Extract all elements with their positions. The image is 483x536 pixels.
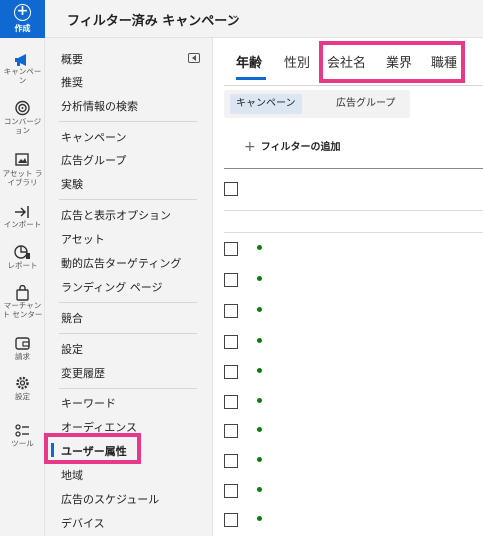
rail-label-tools: ツール (11, 439, 34, 448)
select-all-checkbox[interactable] (224, 182, 238, 196)
nav-item-recommendations[interactable]: 推奨 (61, 74, 83, 90)
status-dot (257, 276, 262, 281)
asset-library-icon (15, 153, 29, 166)
rail-item-merchant-center[interactable]: マーチャン ト センター (0, 284, 45, 322)
status-dot (257, 307, 262, 312)
nav-item-campaigns[interactable]: キャンペーン (61, 129, 126, 145)
table-divider (224, 210, 483, 211)
rail-label-conversions: コンバージ ョン (3, 117, 42, 135)
add-filter-button[interactable]: + フィルターの追加 (244, 138, 341, 155)
rail-label-reports: レポート (7, 261, 38, 270)
row-checkbox[interactable] (224, 242, 238, 256)
import-icon (15, 206, 29, 218)
plus-icon: + (14, 4, 31, 21)
add-filter-label: フィルターの追加 (260, 142, 341, 153)
status-dot (257, 245, 262, 250)
nav-item-ad-schedule[interactable]: 広告のスケジュール (61, 491, 159, 507)
rail-label-merchant-center: マーチャン ト センター (2, 301, 43, 319)
highlight-box-tabs (319, 41, 465, 83)
rail-item-billing[interactable]: 請求 (0, 334, 45, 364)
nav-divider (59, 388, 197, 389)
megaphone-icon (15, 54, 26, 66)
nav-item-devices[interactable]: デバイス (61, 515, 105, 531)
row-checkbox[interactable] (224, 424, 238, 438)
nav-item-change-history[interactable]: 変更履歴 (61, 365, 105, 381)
tools-icon (15, 424, 29, 437)
rail-item-conversions[interactable]: コンバージ ョン (0, 98, 45, 135)
row-checkbox[interactable] (224, 335, 238, 349)
nav-item-ad-groups[interactable]: 広告グループ (61, 152, 126, 168)
tab-gender[interactable]: 性別 (284, 52, 310, 71)
table-divider (224, 232, 483, 233)
main-content: 年齢 性別 会社名 業界 職種 キャンペーン 広告グループ + フィルターの追加 (214, 38, 483, 536)
nav-item-assets[interactable]: アセット (61, 231, 105, 247)
rail-label-billing: 請求 (15, 352, 30, 361)
nav-item-insights-search[interactable]: 分析情報の検索 (61, 98, 138, 114)
left-rail: + 作成 キャンペー ン コンバージ ョン アセット ラ イブラリ インポート … (0, 0, 45, 536)
gear-icon (16, 376, 29, 390)
rail-label-campaigns: キャンペー ン (3, 67, 42, 85)
tab-divider (224, 85, 483, 86)
nav-item-overview[interactable]: 概要 (61, 51, 83, 67)
row-checkbox[interactable] (224, 365, 238, 379)
create-button[interactable]: + 作成 (0, 0, 45, 38)
row-checkbox[interactable] (224, 304, 238, 318)
rail-item-campaigns[interactable]: キャンペー ン (0, 50, 45, 85)
nav-item-keywords[interactable]: キーワード (61, 395, 116, 411)
page-title[interactable]: フィルター済み キャンペーン (67, 10, 240, 29)
nav-item-experiments[interactable]: 実験 (61, 176, 83, 192)
nav-divider (59, 333, 197, 334)
rail-label-settings: 設定 (15, 392, 30, 401)
nav-item-ads-extensions[interactable]: 広告と表示オプション (61, 207, 171, 223)
rail-label-import: インポート (3, 220, 42, 229)
chevron-down-icon[interactable]: ⌄ (231, 10, 239, 21)
nav-item-competition[interactable]: 競合 (61, 310, 83, 326)
nav-divider (59, 199, 197, 200)
target-icon (15, 100, 30, 116)
segment-ad-groups[interactable]: 広告グループ (330, 94, 401, 114)
row-checkbox[interactable] (224, 513, 238, 527)
status-dot (257, 487, 262, 492)
tab-age[interactable]: 年齢 (236, 52, 262, 71)
shopping-bag-icon (16, 285, 29, 301)
table-top-border (224, 168, 483, 169)
plus-icon: + (244, 139, 256, 155)
nav-divider (59, 302, 197, 303)
rail-item-import[interactable]: インポート (0, 203, 45, 231)
row-checkbox[interactable] (224, 484, 238, 498)
row-checkbox[interactable] (224, 273, 238, 287)
status-dot (257, 398, 262, 403)
nav-item-dynamic-ad-targeting[interactable]: 動的広告ターゲティング (61, 255, 181, 271)
segment-campaigns[interactable]: キャンペーン (230, 94, 302, 114)
active-tab-underline (236, 77, 266, 80)
status-dot (257, 457, 262, 462)
report-icon (14, 245, 30, 259)
nav-divider (59, 121, 197, 122)
nav-item-landing-pages[interactable]: ランディング ページ (61, 279, 163, 295)
rail-label-asset-library: アセット ラ イブラリ (2, 169, 43, 187)
highlight-box-demographics (44, 433, 141, 464)
create-label: 作成 (14, 24, 31, 33)
rail-item-tools[interactable]: ツール (0, 422, 45, 452)
rail-item-settings[interactable]: 設定 (0, 374, 45, 404)
status-dot (257, 338, 262, 343)
nav-item-locations[interactable]: 地域 (61, 467, 83, 483)
page-header: フィルター済み キャンペーン ⌄ (45, 0, 483, 38)
status-dot (257, 427, 262, 432)
row-checkbox[interactable] (224, 395, 238, 409)
nav-item-settings[interactable]: 設定 (61, 341, 83, 357)
rail-item-reports[interactable]: レポート (0, 243, 45, 271)
collapse-panel-icon[interactable] (188, 53, 200, 63)
rail-item-asset-library[interactable]: アセット ラ イブラリ (0, 150, 45, 187)
wallet-icon (15, 337, 30, 350)
status-dot (257, 368, 262, 373)
status-dot (257, 516, 262, 521)
level-segment-control: キャンペーン 広告グループ (224, 90, 410, 118)
row-checkbox[interactable] (224, 454, 238, 468)
